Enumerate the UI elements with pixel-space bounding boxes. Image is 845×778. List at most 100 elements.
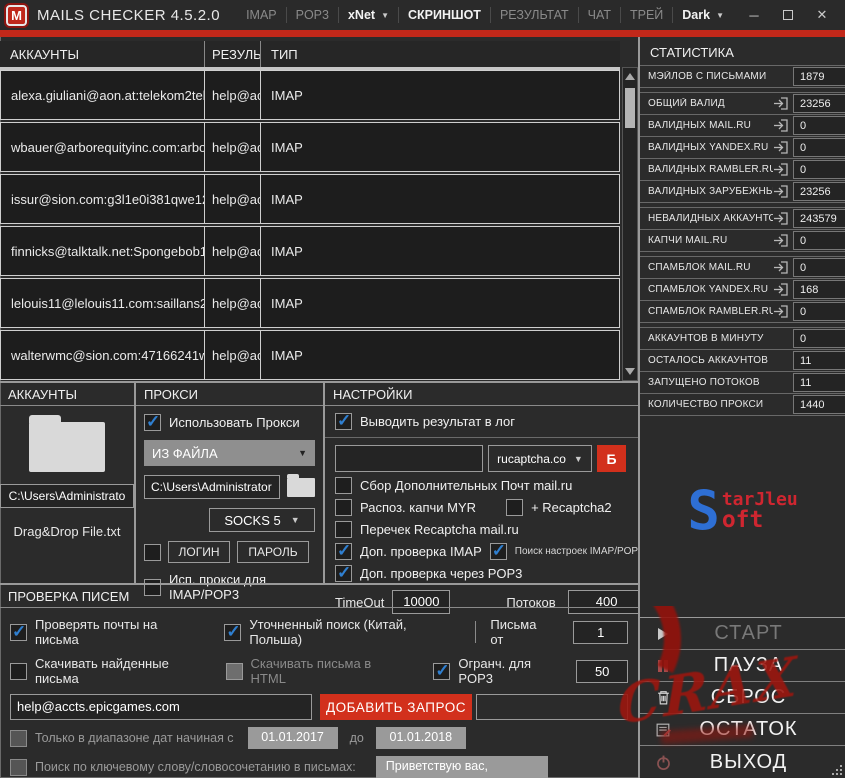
imap-check-checkbox[interactable] <box>335 543 352 560</box>
keyword-search-label: Поиск по ключевому слову/словосочетанию … <box>35 760 356 774</box>
cell-result: help@acc <box>205 279 261 327</box>
date-range-checkbox[interactable] <box>10 730 27 747</box>
query-input[interactable]: help@accts.epicgames.com <box>10 694 312 720</box>
refined-search-checkbox[interactable] <box>224 624 241 641</box>
menu-item-результат[interactable]: РЕЗУЛЬТАТ <box>490 7 578 23</box>
recaptcha2-checkbox[interactable] <box>506 499 523 516</box>
use-proxy-checkbox[interactable] <box>144 414 161 431</box>
pop3-limit-input[interactable]: 50 <box>576 660 628 683</box>
keyword-input[interactable]: Приветствую вас, <box>376 756 548 778</box>
start-button[interactable]: СТАРТ <box>640 618 845 650</box>
pop3-check-checkbox[interactable] <box>335 565 352 582</box>
stat-value: 0 <box>793 231 845 250</box>
export-icon[interactable] <box>773 119 793 132</box>
accounts-file-path[interactable]: C:\Users\Administrato <box>0 484 134 508</box>
pause-button[interactable]: ПАУЗА <box>640 650 845 682</box>
reset-button[interactable]: СБРОС <box>640 682 845 714</box>
folder-icon[interactable] <box>29 422 105 472</box>
column-header-result[interactable]: РЕЗУЛЬ <box>205 41 261 67</box>
stat-value: 11 <box>793 351 845 370</box>
app-logo-icon: M <box>6 5 27 26</box>
stat-label: СПАМБЛОК RAMBLER.RU <box>648 306 773 317</box>
scrollbar-thumb[interactable] <box>625 88 635 128</box>
dragdrop-hint: Drag&Drop File.txt <box>0 524 134 539</box>
collect-mailru-checkbox[interactable] <box>335 477 352 494</box>
proxy-folder-icon[interactable] <box>287 478 315 497</box>
chevron-down-icon: ▼ <box>291 515 300 525</box>
proxy-type-select[interactable]: SOCKS 5 ▼ <box>209 508 315 532</box>
cell-account: alexa.giuliani@aon.at:telekom2telekom <box>1 71 205 119</box>
add-query-button[interactable]: ДОБАВИТЬ ЗАПРОС <box>320 694 472 720</box>
date-to-input[interactable]: 01.01.2018 <box>376 727 466 749</box>
export-icon[interactable] <box>773 163 793 176</box>
column-header-accounts[interactable]: АККАУНТЫ <box>0 41 205 67</box>
table-row[interactable]: lelouis11@lelouis11.com:saillans261help@… <box>0 278 620 328</box>
imap-settings-checkbox[interactable] <box>490 543 507 560</box>
export-icon[interactable] <box>773 212 793 225</box>
pop3-limit-checkbox[interactable] <box>433 663 450 680</box>
table-row[interactable]: wbauer@arborequityinc.com:arborhelp@accI… <box>0 122 620 172</box>
query-extra-input[interactable] <box>476 694 628 720</box>
table-scrollbar[interactable] <box>622 67 638 381</box>
myr-captcha-checkbox[interactable] <box>335 499 352 516</box>
keyword-search-checkbox[interactable] <box>10 759 27 776</box>
captcha-key-input[interactable] <box>335 445 483 472</box>
resize-grip[interactable] <box>830 763 842 775</box>
proxy-file-path[interactable]: C:\Users\Administrator <box>144 475 280 499</box>
table-row[interactable]: finnicks@talktalk.net:Spongebob123help@a… <box>0 226 620 276</box>
letters-from-input[interactable]: 1 <box>573 621 628 644</box>
proxy-password-button[interactable]: ПАРОЛЬ <box>237 541 309 563</box>
menu-item-imap[interactable]: IMAP <box>237 7 286 23</box>
menu-item-xnet[interactable]: xNet▼ <box>338 7 398 23</box>
accent-bar <box>0 30 845 37</box>
proxy-auth-checkbox[interactable] <box>144 544 161 561</box>
close-icon[interactable]: ✕ <box>807 4 837 26</box>
letters-from-label: Письма от <box>490 617 551 647</box>
proxy-source-select[interactable]: ИЗ ФАЙЛА ▼ <box>144 440 315 466</box>
minimize-icon[interactable]: ─ <box>739 4 769 26</box>
export-icon[interactable] <box>773 283 793 296</box>
scroll-up-icon[interactable] <box>625 73 635 80</box>
stat-label: ВАЛИДНЫХ MAIL.RU <box>648 120 773 131</box>
menu-item-трей[interactable]: ТРЕЙ <box>620 7 672 23</box>
stat-row: ВАЛИДНЫХ ЗАРУБЕЖНЫХ 23256 <box>640 180 845 203</box>
statistics-panel: СТАТИСТИКА МЭЙЛОВ С ПИСЬМАМИ1879ОБЩИЙ ВА… <box>640 37 845 416</box>
table-row[interactable]: walterwmc@sion.com:47166241w!17help@accI… <box>0 330 620 380</box>
proxy-login-button[interactable]: ЛОГИН <box>168 541 230 563</box>
exit-button[interactable]: ВЫХОД <box>640 746 845 778</box>
pause-icon <box>640 658 686 674</box>
balance-button[interactable]: Б <box>597 445 626 472</box>
cell-result: help@acc <box>205 331 261 379</box>
export-icon[interactable] <box>773 141 793 154</box>
export-icon[interactable] <box>773 261 793 274</box>
use-proxy-label: Использовать Прокси <box>169 415 300 430</box>
captcha-service-select[interactable]: rucaptcha.co ▼ <box>488 445 592 472</box>
remainder-button[interactable]: ОСТАТОК <box>640 714 845 746</box>
menu-item-pop3[interactable]: POP3 <box>286 7 338 23</box>
perechek-checkbox[interactable] <box>335 521 352 538</box>
maximize-icon[interactable] <box>773 4 803 26</box>
check-mails-checkbox[interactable] <box>10 624 27 641</box>
export-icon[interactable] <box>773 234 793 247</box>
log-output-checkbox[interactable] <box>335 413 352 430</box>
stat-label: СПАМБЛОК YANDEX.RU <box>648 284 773 295</box>
export-icon[interactable] <box>773 305 793 318</box>
menu-item-чат[interactable]: ЧАТ <box>578 7 620 23</box>
menu-item-label: ЧАТ <box>588 8 611 22</box>
stat-value: 0 <box>793 302 845 321</box>
menu-item-dark[interactable]: Dark▼ <box>672 7 733 23</box>
table-row[interactable]: issur@sion.com:g3l1e0i381qwe12321help@ac… <box>0 174 620 224</box>
menu-item-label: Dark <box>682 8 710 22</box>
export-icon[interactable] <box>773 185 793 198</box>
pause-label: ПАУЗА <box>686 654 845 677</box>
cell-type: IMAP <box>261 331 619 379</box>
table-row[interactable]: alexa.giuliani@aon.at:telekom2telekomhel… <box>0 70 620 120</box>
export-icon[interactable] <box>773 97 793 110</box>
download-html-checkbox[interactable] <box>226 663 243 680</box>
download-found-checkbox[interactable] <box>10 663 27 680</box>
scroll-down-icon[interactable] <box>625 368 635 375</box>
menu-item-скриншот[interactable]: СКРИНШОТ <box>398 7 490 23</box>
menu-item-label: СКРИНШОТ <box>408 8 481 22</box>
date-from-input[interactable]: 01.01.2017 <box>248 727 338 749</box>
column-header-type[interactable]: ТИП <box>261 41 620 67</box>
